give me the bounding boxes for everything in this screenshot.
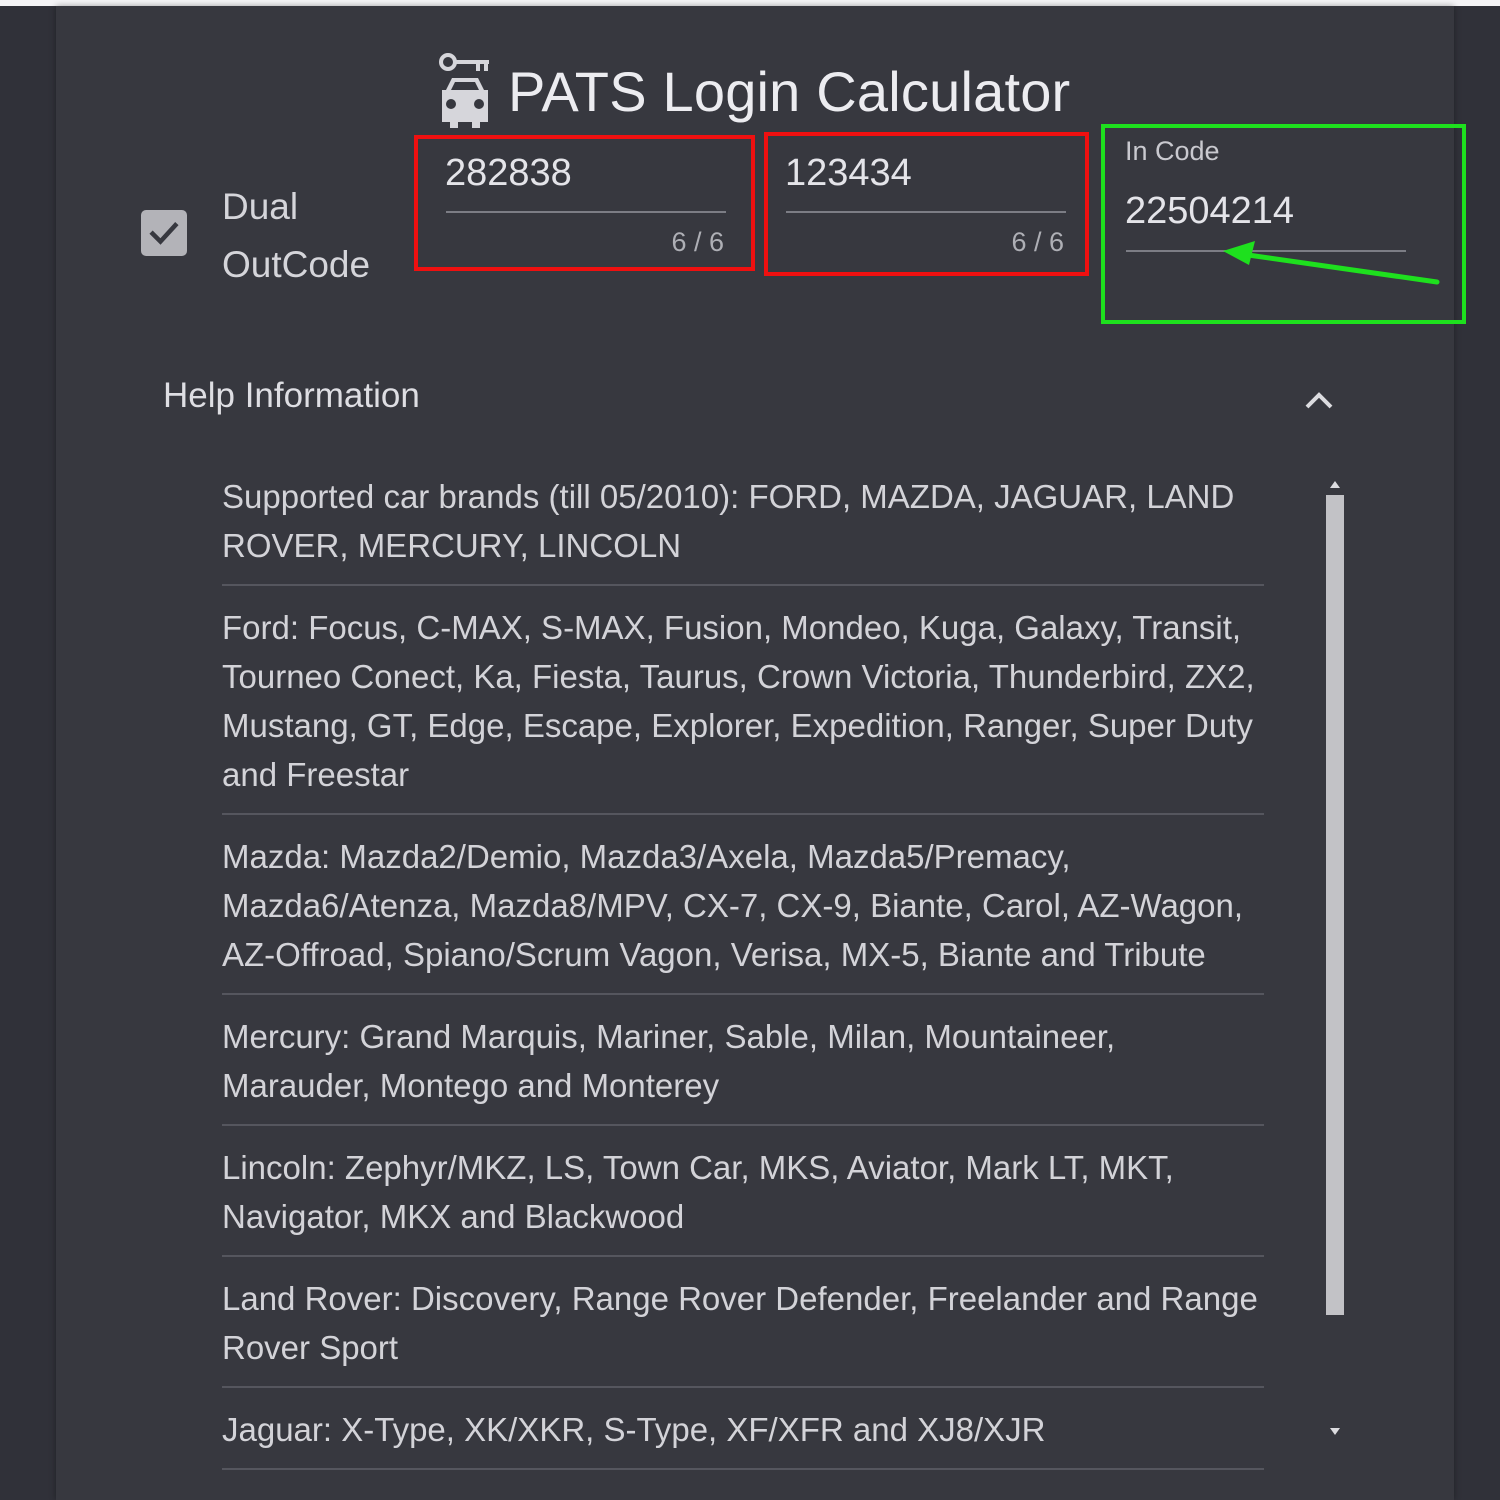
- dual-outcode-label: Dual OutCode: [222, 186, 371, 285]
- help-section-title[interactable]: Help Information: [163, 376, 420, 416]
- scroll-down-arrow-icon[interactable]: [1328, 1424, 1342, 1438]
- list-item: Lincoln: Zephyr/MKZ, LS, Town Car, MKS, …: [222, 1126, 1264, 1257]
- help-list: Supported car brands (till 05/2010): FOR…: [222, 468, 1264, 1470]
- list-item: Supported car brands (till 05/2010): FOR…: [222, 468, 1264, 586]
- scroll-up-arrow-icon[interactable]: [1328, 478, 1342, 492]
- car-key-icon: [439, 53, 489, 128]
- green-arrow-icon: [1223, 241, 1440, 285]
- highlight-box-outcode-2: [764, 132, 1089, 276]
- list-item: Land Rover: Discovery, Range Rover Defen…: [222, 1257, 1264, 1388]
- list-item: Mercury: Grand Marquis, Mariner, Sable, …: [222, 995, 1264, 1126]
- scrollbar-thumb[interactable]: [1326, 495, 1344, 1315]
- page-title: PATS Login Calculator: [508, 60, 1071, 123]
- highlight-box-outcode-1: [414, 135, 755, 271]
- app-header: PATS Login Calculator: [436, 52, 1070, 132]
- list-item: Mazda: Mazda2/Demio, Mazda3/Axela, Mazda…: [222, 815, 1264, 995]
- checkmark-icon: [149, 222, 179, 245]
- list-item: Ford: Focus, C-MAX, S-MAX, Fusion, Monde…: [222, 586, 1264, 815]
- chevron-up-icon[interactable]: [1300, 385, 1338, 415]
- list-item: Jaguar: X-Type, XK/XKR, S-Type, XF/XFR a…: [222, 1388, 1264, 1470]
- dual-outcode-checkbox[interactable]: [141, 210, 187, 256]
- help-scrollbar[interactable]: [1318, 478, 1352, 1440]
